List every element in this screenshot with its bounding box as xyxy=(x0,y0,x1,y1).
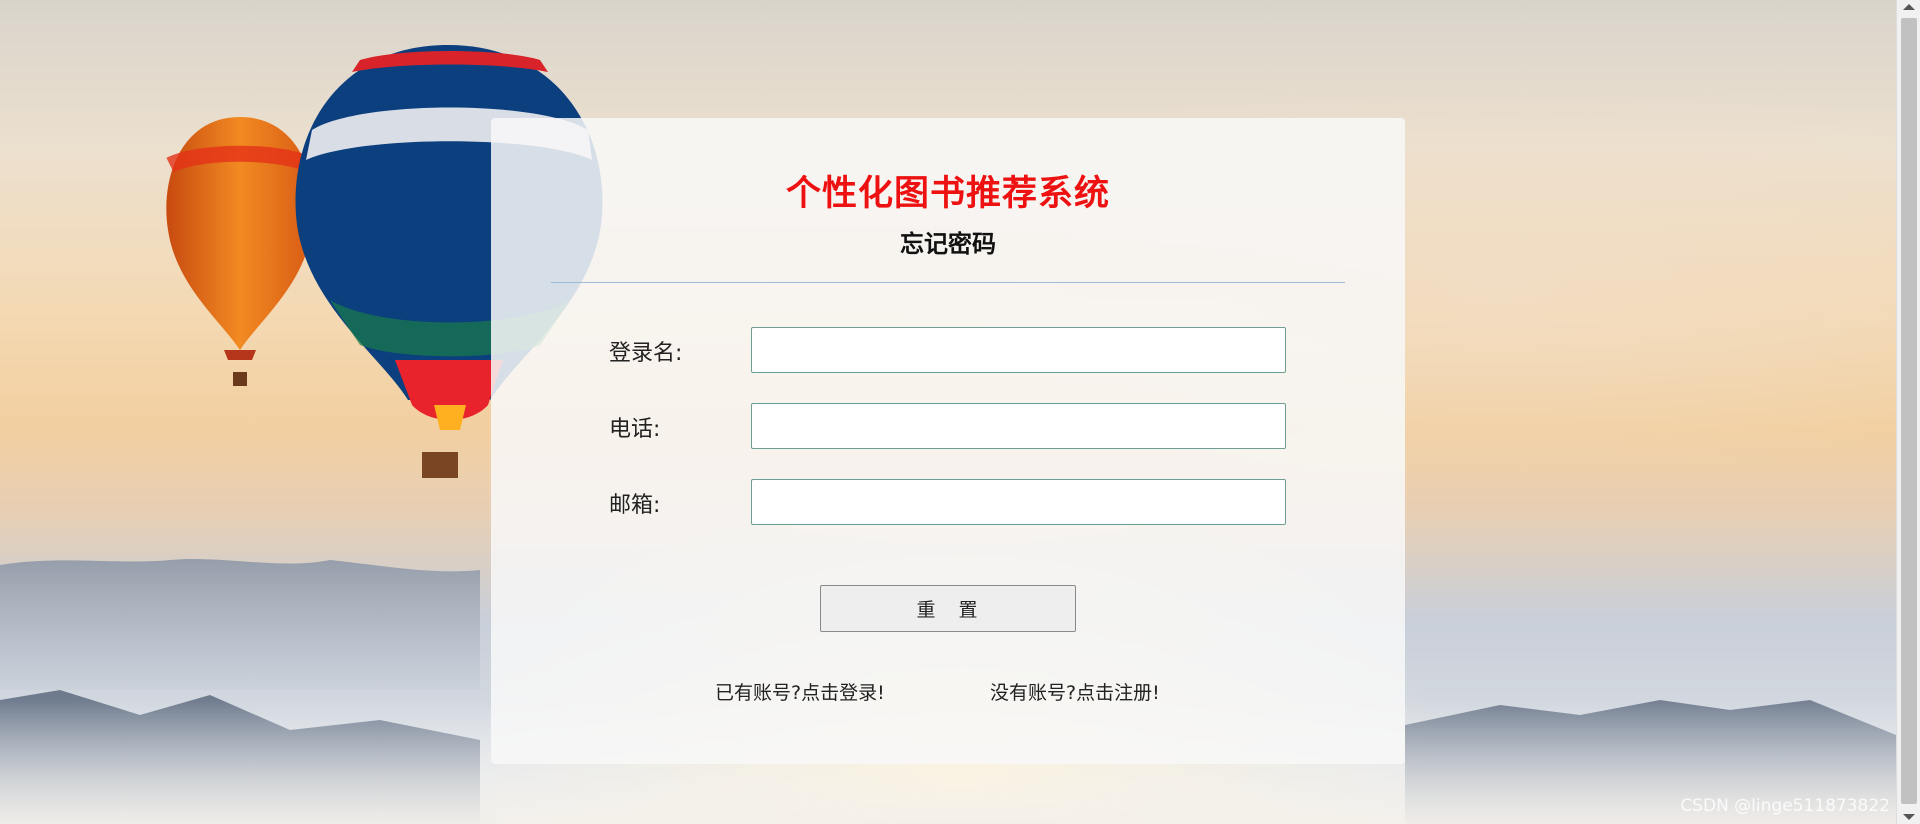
page-subtitle: 忘记密码 xyxy=(900,230,996,258)
email-input[interactable] xyxy=(751,479,1286,525)
field-row-email: 邮箱: xyxy=(491,479,1405,525)
phone-input[interactable] xyxy=(751,403,1286,449)
scroll-down-arrow-icon[interactable] xyxy=(1903,814,1915,820)
field-row-username: 登录名: xyxy=(491,327,1405,373)
header-divider xyxy=(551,282,1345,283)
system-title: 个性化图书推荐系统 xyxy=(785,174,1110,214)
scrollbar-thumb[interactable] xyxy=(1901,18,1917,804)
login-link[interactable]: 已有账号?点击登录! xyxy=(715,678,885,705)
scroll-up-arrow-icon[interactable] xyxy=(1903,4,1915,10)
username-input[interactable] xyxy=(751,327,1286,373)
username-label: 登录名: xyxy=(609,341,683,366)
email-label: 邮箱: xyxy=(609,493,661,518)
reset-button[interactable]: 重 置 xyxy=(820,585,1076,632)
register-link[interactable]: 没有账号?点击注册! xyxy=(990,678,1160,705)
phone-label: 电话: xyxy=(609,417,661,442)
forgot-password-panel: 个性化图书推荐系统 忘记密码 登录名: 电话: 邮箱: 重 置 已有账号?点击登… xyxy=(491,118,1405,764)
csdn-watermark: CSDN @linge511873822 xyxy=(1680,796,1890,816)
page-scrollbar[interactable] xyxy=(1896,0,1920,824)
orange-balloon xyxy=(166,117,314,386)
field-row-phone: 电话: xyxy=(491,403,1405,449)
